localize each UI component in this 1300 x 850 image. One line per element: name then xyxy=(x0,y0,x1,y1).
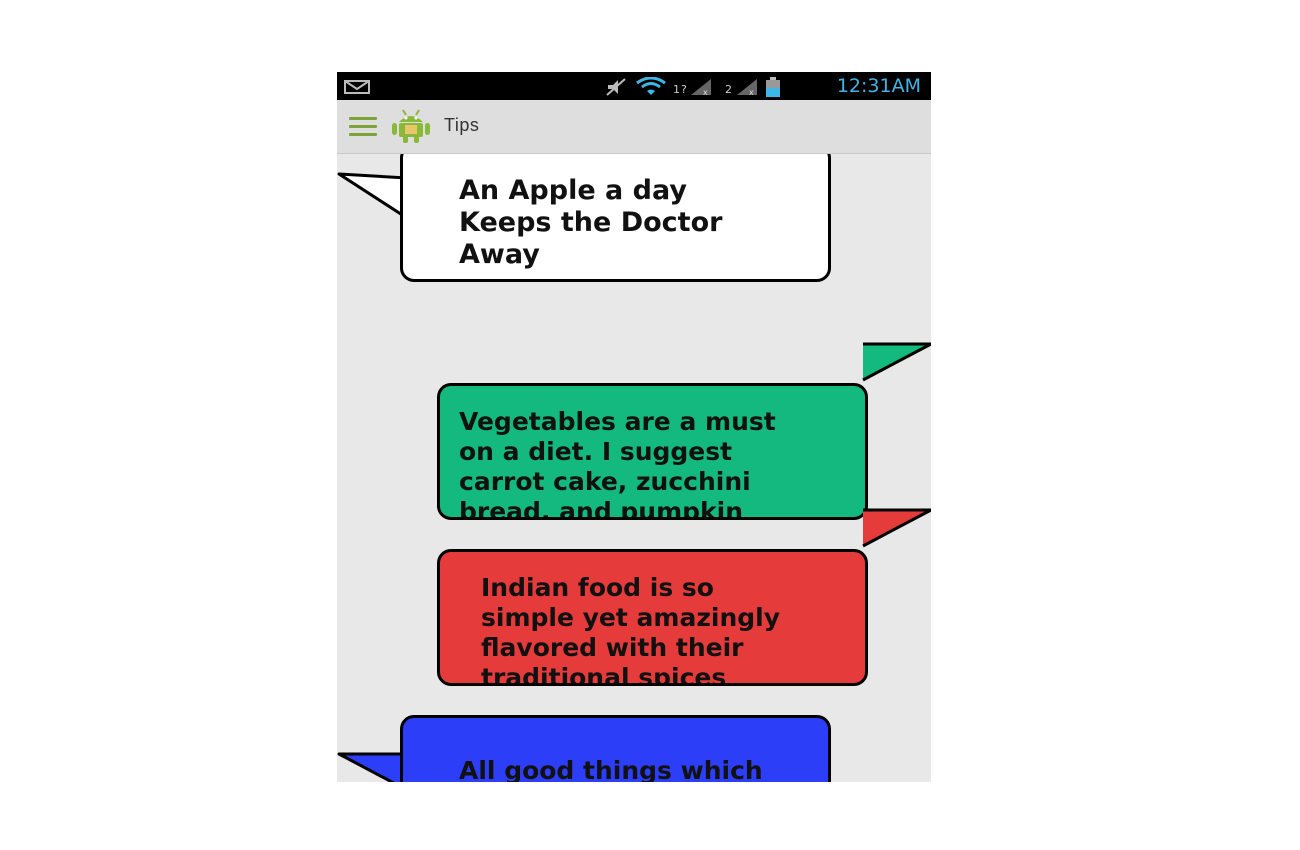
status-icons: 1 ? x 2 x xyxy=(605,76,781,98)
tip-bubble[interactable]: Vegetables are a must on a diet. I sugge… xyxy=(437,383,868,520)
tip-text: All good things which exist are the frui… xyxy=(459,756,763,782)
tip-bubble[interactable]: An Apple a day Keeps the Doctor Away xyxy=(400,154,831,282)
bubble-tail xyxy=(862,508,931,548)
tip-text: Indian food is so simple yet amazingly f… xyxy=(481,573,780,686)
svg-text:x: x xyxy=(703,88,708,97)
bubble-tail xyxy=(337,752,407,782)
tip-bubble[interactable]: All good things which exist are the frui… xyxy=(400,715,831,782)
wifi-icon xyxy=(636,77,666,95)
signal-icon: 2 x xyxy=(725,79,757,97)
action-bar: Tips xyxy=(337,100,931,154)
tip-bubble[interactable]: Indian food is so simple yet amazingly f… xyxy=(437,549,868,686)
status-bar: 1 ? x 2 x 12:31AM xyxy=(337,72,931,100)
tip-text: An Apple a day Keeps the Doctor Away xyxy=(459,175,723,270)
signal-icon: 1 ? x xyxy=(673,79,711,97)
action-bar-title: Tips xyxy=(444,115,480,135)
svg-text:1: 1 xyxy=(673,83,680,96)
bubble-tail xyxy=(862,342,931,382)
battery-icon xyxy=(766,77,780,97)
bubble-tail xyxy=(337,172,408,220)
mail-icon xyxy=(344,80,370,94)
svg-text:2: 2 xyxy=(725,83,732,96)
svg-text:x: x xyxy=(749,88,754,97)
status-time: 12:31AM xyxy=(836,75,921,97)
hamburger-menu-icon[interactable] xyxy=(349,117,377,137)
android-app-icon[interactable] xyxy=(389,108,433,144)
mute-icon xyxy=(606,78,626,96)
tips-list[interactable]: An Apple a day Keeps the Doctor Away Veg… xyxy=(337,154,931,782)
svg-text:?: ? xyxy=(681,83,687,96)
tip-text: Vegetables are a must on a diet. I sugge… xyxy=(459,407,776,520)
phone-screen: 1 ? x 2 x 12:31AM Tips An Apple a day Ke… xyxy=(337,72,931,782)
